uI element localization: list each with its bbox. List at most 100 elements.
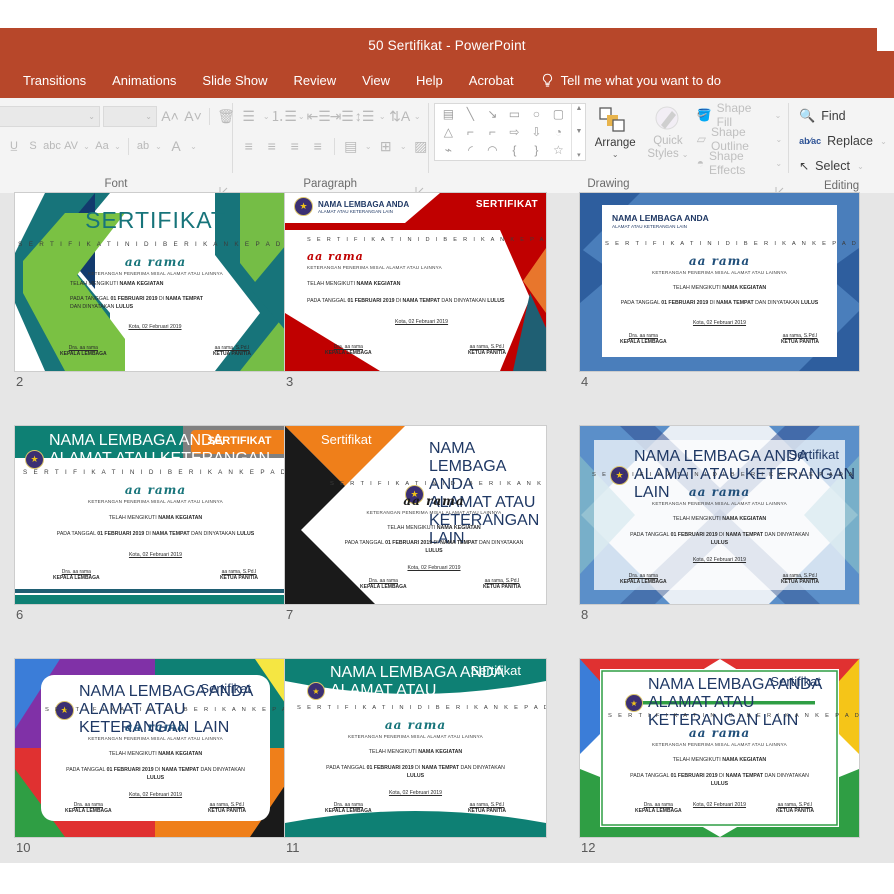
- chevron-down-icon[interactable]: ⌄: [399, 142, 408, 151]
- tab-slide-show[interactable]: Slide Show: [189, 68, 280, 93]
- right-arrow-shape-icon[interactable]: ⇨: [503, 123, 525, 141]
- tab-view[interactable]: View: [349, 68, 403, 93]
- align-text-icon[interactable]: ⊞: [376, 136, 396, 156]
- text-box-shape-icon[interactable]: ▤: [437, 105, 459, 123]
- tab-acrobat[interactable]: Acrobat: [456, 68, 527, 93]
- increase-indent-icon[interactable]: ⇥☰: [332, 106, 352, 126]
- chevron-down-icon[interactable]: ⌄: [154, 142, 163, 151]
- slide-cell-11[interactable]: ★ NAMA LEMBAGA ANDA ALAMAT ATAU KETERANG…: [283, 622, 578, 855]
- underline-icon[interactable]: U̲: [6, 136, 22, 156]
- character-spacing-icon[interactable]: AV: [63, 136, 79, 156]
- freeform-shape-icon[interactable]: ⌁: [437, 141, 459, 159]
- line-spacing-icon[interactable]: ↕☰: [355, 106, 375, 126]
- quick-styles-button[interactable]: Quick Styles ⌄: [644, 101, 692, 163]
- window-controls-placeholder[interactable]: [877, 28, 894, 51]
- chevron-down-icon[interactable]: ⌄: [262, 112, 271, 121]
- slide-thumbnail-12[interactable]: ★ NAMA LEMBAGA ANDA ALAMAT ATAU KETERANG…: [580, 659, 859, 837]
- font-color-icon[interactable]: A: [166, 136, 186, 156]
- bullets-icon[interactable]: ☰: [239, 106, 259, 126]
- slide-cell-3[interactable]: ★ NAMA LEMBAGA ANDA ALAMAT ATAU KETERANG…: [283, 193, 578, 389]
- arrow-shape-icon[interactable]: ↘: [481, 105, 503, 123]
- slide-cell-6[interactable]: ★ NAMA LEMBAGA ANDA ALAMAT ATAU KETERANG…: [0, 389, 283, 622]
- slide-thumbnail-7[interactable]: Sertifikat ★ NAMA LEMBAGA ANDA ALAMAT AT…: [285, 426, 546, 604]
- slide-cell-8[interactable]: ★ NAMA LEMBAGA ANDA ALAMAT ATAU KETERANG…: [578, 389, 894, 622]
- align-right-icon[interactable]: ≡: [285, 136, 305, 156]
- right-brace-shape-icon[interactable]: }: [525, 141, 547, 159]
- slide-thumbnail-10[interactable]: ★ NAMA LEMBAGA ANDA ALAMAT ATAU KETERANG…: [15, 659, 296, 837]
- paragraph-dialog-launcher[interactable]: [415, 182, 424, 191]
- slide-thumbnail-6[interactable]: ★ NAMA LEMBAGA ANDA ALAMAT ATAU KETERANG…: [15, 426, 296, 604]
- slide-cell-2[interactable]: SERTIFIKAT S E R T I F I K A T I N I D I…: [0, 193, 283, 389]
- rounded-rectangle-shape-icon[interactable]: ▢: [547, 105, 569, 123]
- slide-thumbnail-2[interactable]: SERTIFIKAT S E R T I F I K A T I N I D I…: [15, 193, 296, 371]
- chevron-down-icon[interactable]: ⌄: [297, 112, 306, 121]
- chevron-down-icon[interactable]: ⌄: [775, 159, 782, 168]
- font-family-combo[interactable]: ⌄: [0, 106, 100, 127]
- shape-fill-button[interactable]: 🪣 Shape Fill ⌄: [697, 104, 783, 126]
- slide-thumbnail-3[interactable]: ★ NAMA LEMBAGA ANDA ALAMAT ATAU KETERANG…: [285, 193, 546, 371]
- text-direction-icon[interactable]: ⇅A: [390, 106, 410, 126]
- left-brace-shape-icon[interactable]: {: [503, 141, 525, 159]
- shapes-more-icon[interactable]: ▾: [577, 151, 581, 159]
- find-button[interactable]: 🔍 Find: [799, 104, 846, 128]
- align-left-icon[interactable]: ≡: [239, 136, 259, 156]
- arc-shape-icon[interactable]: ◜: [459, 141, 481, 159]
- chevron-down-icon[interactable]: ⌄: [775, 135, 782, 144]
- font-dialog-launcher[interactable]: [219, 182, 228, 191]
- chevron-down-icon[interactable]: ⌄: [856, 162, 865, 171]
- drawing-dialog-launcher[interactable]: [775, 182, 784, 191]
- chevron-down-icon[interactable]: ⌄: [682, 150, 689, 159]
- tab-transitions[interactable]: Transitions: [10, 68, 99, 93]
- slide-cell-7[interactable]: Sertifikat ★ NAMA LEMBAGA ANDA ALAMAT AT…: [283, 389, 578, 622]
- select-button[interactable]: ↖ Select ⌄: [799, 154, 865, 178]
- scroll-up-icon[interactable]: ▲: [575, 105, 582, 112]
- chevron-down-icon[interactable]: ⌄: [189, 142, 198, 151]
- pie-shape-icon[interactable]: ◔: [547, 123, 569, 141]
- tell-me-search[interactable]: Tell me what you want to do: [527, 73, 721, 88]
- strikethrough-icon[interactable]: abc: [44, 136, 60, 156]
- slide-thumbnail-workspace[interactable]: SERTIFIKAT S E R T I F I K A T I N I D I…: [0, 193, 894, 863]
- slide-cell-12[interactable]: ★ NAMA LEMBAGA ANDA ALAMAT ATAU KETERANG…: [578, 622, 894, 855]
- shapes-gallery-scrollbar[interactable]: ▲ ▼ ▾: [571, 104, 585, 160]
- elbow-connector-icon[interactable]: ⌐: [459, 123, 481, 141]
- chevron-down-icon[interactable]: ⌄: [113, 142, 122, 151]
- increase-font-size-icon[interactable]: A˄: [160, 106, 180, 126]
- chevron-down-icon[interactable]: ⌄: [879, 137, 888, 146]
- rectangle-shape-icon[interactable]: ▭: [503, 105, 525, 123]
- change-case-icon[interactable]: Aa: [94, 136, 110, 156]
- chevron-down-icon[interactable]: ⌄: [413, 112, 422, 121]
- slide-thumbnail-4[interactable]: NAMA LEMBAGA ANDA ALAMAT ATAU KETERANGAN…: [580, 193, 859, 371]
- text-highlight-color-icon[interactable]: ab: [135, 136, 151, 156]
- star-shape-icon[interactable]: ☆: [547, 141, 569, 159]
- text-shadow-icon[interactable]: S: [25, 136, 41, 156]
- oval-shape-icon[interactable]: ○: [525, 105, 547, 123]
- chevron-down-icon[interactable]: ⌄: [774, 111, 783, 120]
- decrease-font-size-icon[interactable]: A˅: [183, 106, 203, 126]
- scroll-down-icon[interactable]: ▼: [575, 128, 582, 135]
- decrease-indent-icon[interactable]: ⇤☰: [309, 106, 329, 126]
- slide-cell-4[interactable]: NAMA LEMBAGA ANDA ALAMAT ATAU KETERANGAN…: [578, 193, 894, 389]
- tab-animations[interactable]: Animations: [99, 68, 189, 93]
- justify-icon[interactable]: ≡: [308, 136, 328, 156]
- align-center-icon[interactable]: ≡: [262, 136, 282, 156]
- chevron-down-icon[interactable]: ⌄: [82, 142, 91, 151]
- shape-effects-button[interactable]: ◓ Shape Effects ⌄: [697, 152, 783, 174]
- shape-outline-button[interactable]: ▱ Shape Outline ⌄: [697, 128, 783, 150]
- chevron-down-icon[interactable]: ⌄: [364, 142, 373, 151]
- numbering-icon[interactable]: ⒈☰: [274, 106, 294, 126]
- font-size-combo[interactable]: ⌄: [103, 106, 157, 127]
- tab-review[interactable]: Review: [280, 68, 349, 93]
- tab-help[interactable]: Help: [403, 68, 456, 93]
- slide-thumbnail-8[interactable]: ★ NAMA LEMBAGA ANDA ALAMAT ATAU KETERANG…: [580, 426, 859, 604]
- slide-cell-10[interactable]: ★ NAMA LEMBAGA ANDA ALAMAT ATAU KETERANG…: [0, 622, 283, 855]
- down-arrow-shape-icon[interactable]: ⇩: [525, 123, 547, 141]
- chevron-down-icon[interactable]: ⌄: [378, 112, 387, 121]
- columns-icon[interactable]: ▤: [341, 136, 361, 156]
- chevron-down-icon[interactable]: ⌄: [612, 150, 619, 159]
- arrange-button[interactable]: Arrange ⌄: [591, 101, 639, 163]
- slide-thumbnail-11[interactable]: ★ NAMA LEMBAGA ANDA ALAMAT ATAU KETERANG…: [285, 659, 546, 837]
- shapes-gallery[interactable]: ▤ ╲ ↘ ▭ ○ ▢ △ ⌐ ⌐ ⇨ ⇩ ◔ ⌁ ◜ ◠: [434, 103, 586, 161]
- triangle-shape-icon[interactable]: △: [437, 123, 459, 141]
- curve-shape-icon[interactable]: ◠: [481, 141, 503, 159]
- elbow-arrow-icon[interactable]: ⌐: [481, 123, 503, 141]
